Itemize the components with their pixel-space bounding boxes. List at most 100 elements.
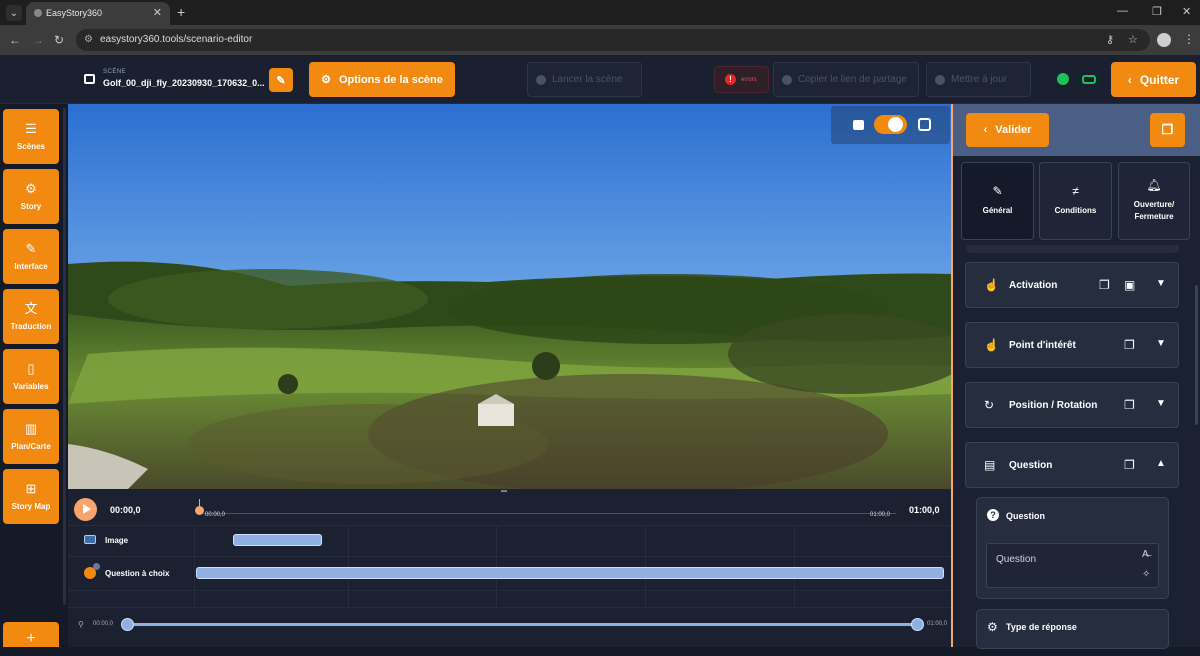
profile-avatar[interactable] xyxy=(1157,33,1171,47)
resize-handle-icon[interactable]: ▬ xyxy=(501,488,507,494)
edit-scene-name-button[interactable]: ✎ xyxy=(269,68,293,92)
restore-icon[interactable]: ❐ xyxy=(1152,5,1162,18)
left-sidebar: ☰ Scènes ⚙ Story ✎ Interface 文 Traductio… xyxy=(0,104,62,647)
help-icon: ? xyxy=(987,509,999,521)
sidebar-item-scenes[interactable]: ☰ Scènes xyxy=(3,109,59,164)
minimize-icon[interactable]: — xyxy=(1117,5,1128,17)
bell-icon: 🔔︎ xyxy=(1146,178,1162,192)
add-button[interactable]: + xyxy=(3,622,59,647)
spellcheck-icon[interactable]: A̶ xyxy=(1142,549,1149,560)
new-tab-button[interactable]: + xyxy=(177,4,185,20)
sidebar-item-interface[interactable]: ✎ Interface xyxy=(3,229,59,284)
error-icon: ! xyxy=(725,74,736,85)
map-icon: ▥ xyxy=(24,421,38,436)
section-question[interactable]: ▤ Question ❐ ▲ xyxy=(965,442,1179,488)
conditions-icon: ≠ xyxy=(1072,184,1079,198)
story-map-icon: ⊞ xyxy=(25,481,37,496)
sidebar-item-story-map[interactable]: ⊞ Story Map xyxy=(3,469,59,524)
validate-button[interactable]: ‹ Valider xyxy=(966,113,1049,147)
sidebar-item-label: Traduction xyxy=(10,322,52,331)
scene-name: Golf_00_dji_fly_20230930_170632_0... xyxy=(103,78,265,88)
question-input[interactable] xyxy=(986,543,1159,588)
play-button[interactable] xyxy=(74,498,97,521)
playhead[interactable] xyxy=(195,506,204,515)
errors-button[interactable]: ! errors xyxy=(714,66,769,93)
section-activation[interactable]: ☝ Activation ❐ ▣ ▼ xyxy=(965,262,1179,308)
site-info-icon[interactable]: ⚙ xyxy=(84,34,93,45)
close-window-icon[interactable]: ✕ xyxy=(1182,5,1191,18)
copy-icon[interactable]: ❐ xyxy=(1124,398,1135,412)
chevron-down-icon[interactable]: ▼ xyxy=(1156,278,1166,289)
browser-menu-icon[interactable]: ⋮ xyxy=(1183,32,1195,46)
section-label: Question xyxy=(1009,460,1053,471)
divider xyxy=(645,525,646,607)
sidebar-item-label: Variables xyxy=(13,382,49,391)
zoom-range-track[interactable] xyxy=(128,623,918,626)
chevron-down-icon[interactable]: ▼ xyxy=(1156,398,1166,409)
sidebar-item-variables[interactable]: ▯ Variables xyxy=(3,349,59,404)
close-tab-icon[interactable]: ✕ xyxy=(153,6,162,19)
share-link-label: Copier le lien de partage xyxy=(798,74,907,85)
focus-target-icon[interactable] xyxy=(918,118,931,131)
launch-scene-button[interactable]: Lancer la scène xyxy=(527,62,642,97)
gear-icon: ⚙ xyxy=(25,181,37,196)
chevron-down-icon[interactable]: ▼ xyxy=(1156,338,1166,349)
sidebar-scrollbar[interactable] xyxy=(63,108,66,605)
bookmark-star-icon[interactable]: ☆ xyxy=(1128,33,1138,46)
zoom-end-handle[interactable] xyxy=(911,618,924,631)
section-position-rotation[interactable]: ↻ Position / Rotation ❐ ▼ xyxy=(965,382,1179,428)
tab-general[interactable]: ✎ Général xyxy=(961,162,1034,240)
tab-label: Général xyxy=(982,206,1013,215)
info-badge-icon xyxy=(93,563,100,570)
sidebar-item-story[interactable]: ⚙ Story xyxy=(3,169,59,224)
vr-headset-icon[interactable] xyxy=(1082,75,1096,84)
copy-icon[interactable]: ❐ xyxy=(1099,278,1110,292)
divider xyxy=(496,525,497,607)
copy-icon[interactable]: ❐ xyxy=(1124,458,1135,472)
share-link-button[interactable]: Copier le lien de partage xyxy=(773,62,919,97)
magic-wand-icon[interactable]: ✧ xyxy=(1142,569,1150,580)
sidebar-item-label: Interface xyxy=(14,262,48,271)
image-clip[interactable] xyxy=(233,534,322,546)
zoom-end-time: 01:00,0 xyxy=(927,621,948,627)
copy-icon[interactable]: ❐ xyxy=(1124,338,1135,352)
quit-button[interactable]: ‹ Quitter xyxy=(1111,62,1196,97)
tab-label: Ouverture/ Fermeture xyxy=(1133,200,1175,221)
url-field[interactable]: ⚙ easystory360.tools/scenario-editor ⚷ ☆ xyxy=(76,29,1150,51)
section-point-of-interest[interactable]: ☝ Point d'intérêt ❐ ▼ xyxy=(965,322,1179,368)
tab-conditions[interactable]: ≠ Conditions xyxy=(1039,162,1112,240)
image-mode-icon[interactable] xyxy=(853,120,864,130)
panorama-viewer[interactable] xyxy=(68,104,951,489)
chevron-left-icon: ‹ xyxy=(983,124,988,136)
panel-scrollbar[interactable] xyxy=(1195,285,1198,425)
question-card-title: Question xyxy=(1006,511,1046,521)
share-icon xyxy=(782,74,792,85)
gear-icon: ⚙ xyxy=(321,74,331,86)
duplicate-button[interactable]: ❐ xyxy=(1150,113,1185,147)
zoom-start-handle[interactable] xyxy=(121,618,134,631)
question-list-icon: ▤ xyxy=(984,458,996,472)
sidebar-item-plan-carte[interactable]: ▥ Plan/Carte xyxy=(3,409,59,464)
scrub-track[interactable] xyxy=(197,513,896,514)
tab-ouverture-fermeture[interactable]: 🔔︎ Ouverture/ Fermeture xyxy=(1118,162,1190,240)
browser-tab[interactable]: EasyStory360 ✕ xyxy=(26,2,170,25)
question-input-value: Question xyxy=(996,554,1037,565)
track-label: Question à choix xyxy=(105,569,170,578)
update-button[interactable]: Mettre à jour xyxy=(926,62,1031,97)
globe-icon[interactable] xyxy=(1057,73,1069,85)
sidebar-item-traduction[interactable]: 文 Traduction xyxy=(3,289,59,344)
launch-scene-label: Lancer la scène xyxy=(552,74,623,85)
chevron-up-icon[interactable]: ▲ xyxy=(1156,458,1166,469)
sidebar-item-label: Story Map xyxy=(11,502,51,511)
back-icon[interactable]: ← xyxy=(9,33,21,47)
divider xyxy=(348,525,349,607)
divider xyxy=(194,525,195,607)
tab-search-button[interactable]: ⌄ xyxy=(6,5,22,21)
password-key-icon[interactable]: ⚷ xyxy=(1106,33,1114,46)
reload-icon[interactable]: ↻ xyxy=(54,33,64,47)
question-clip[interactable] xyxy=(196,567,944,579)
forward-icon[interactable]: → xyxy=(32,33,44,47)
scrub-start-time: 00:00,0 xyxy=(205,512,226,518)
paste-icon[interactable]: ▣ xyxy=(1124,278,1135,292)
scene-options-button[interactable]: ⚙ Options de la scène xyxy=(309,62,455,97)
